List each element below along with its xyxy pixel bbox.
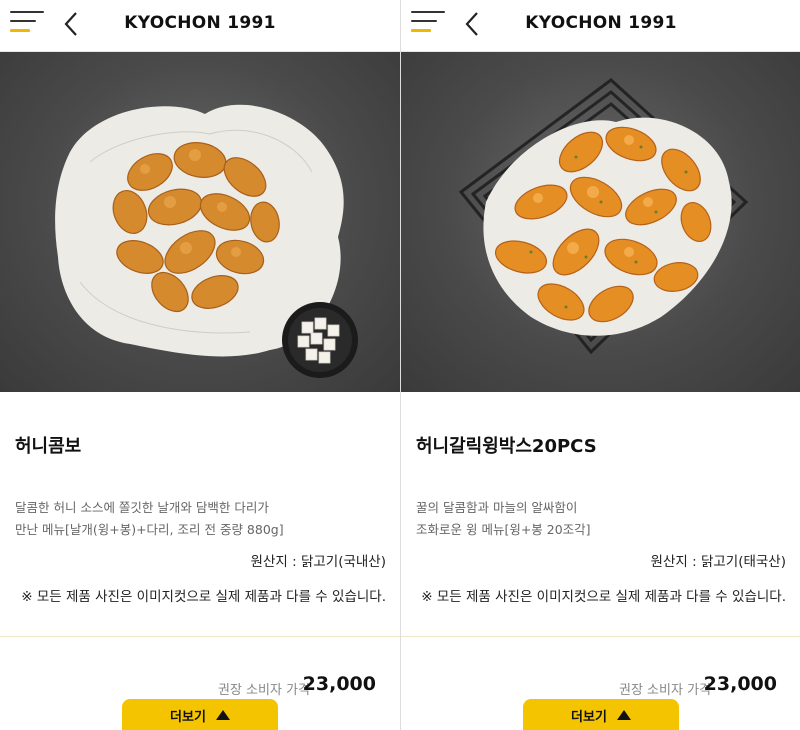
description-line: 만난 메뉴[날개(윙+봉)+다리, 조리 전 중량 880g] [15,522,284,537]
product-description: 달콤한 허니 소스에 쫄깃한 날개와 담백한 다리가 만난 메뉴[날개(윙+봉)… [15,497,395,541]
triangle-up-icon [215,710,230,720]
more-button[interactable]: 더보기 [122,699,278,730]
triangle-up-icon [616,710,631,720]
more-button-label: 더보기 [571,709,607,725]
price-footer: 권장 소비자 가격 23,000 더보기 [401,636,800,730]
price-label: 권장 소비자 가격 [619,683,711,698]
image-disclaimer: ※ 모든 제품 사진은 이미지컷으로 실제 제품과 다를 수 있습니다. [421,589,786,605]
app-screenshot-pair: KYOCHON 1991 허니콤보 달콤한 허니 소스에 쫄깃한 날개와 담백한… [0,0,800,730]
more-button[interactable]: 더보기 [523,699,679,730]
product-name: 허니갈릭윙박스20PCS [416,436,597,457]
top-header: KYOCHON 1991 [0,0,400,52]
product-name: 허니콤보 [15,436,82,457]
product-panel-honey-garlic-wing-box: KYOCHON 1991 허니갈릭윙박스20PCS 꿀의 달콤함과 마늘의 알싸… [400,0,800,730]
description-line: 달콤한 허니 소스에 쫄깃한 날개와 담백한 다리가 [15,500,269,515]
description-line: 조화로운 윙 메뉴[윙+봉 20조각] [416,522,591,537]
price-value: 23,000 [302,673,376,695]
description-line: 꿀의 달콤함과 마늘의 알싸함이 [416,500,578,515]
price-footer: 권장 소비자 가격 23,000 더보기 [0,636,400,730]
product-photo [401,52,800,392]
price-label: 권장 소비자 가격 [218,683,310,698]
product-description: 꿀의 달콤함과 마늘의 알싸함이 조화로운 윙 메뉴[윙+봉 20조각] [416,497,796,541]
top-header: KYOCHON 1991 [401,0,800,52]
origin-info: 원산지 : 닭고기(국내산) [250,554,386,570]
image-disclaimer: ※ 모든 제품 사진은 이미지컷으로 실제 제품과 다를 수 있습니다. [21,589,386,605]
product-photo [0,52,400,392]
more-button-label: 더보기 [170,709,206,725]
brand-logo[interactable]: KYOCHON 1991 [401,13,800,33]
product-panel-honey-combo: KYOCHON 1991 허니콤보 달콤한 허니 소스에 쫄깃한 날개와 담백한… [0,0,400,730]
brand-logo[interactable]: KYOCHON 1991 [0,13,400,33]
price-value: 23,000 [703,673,777,695]
origin-info: 원산지 : 닭고기(태국산) [650,554,786,570]
